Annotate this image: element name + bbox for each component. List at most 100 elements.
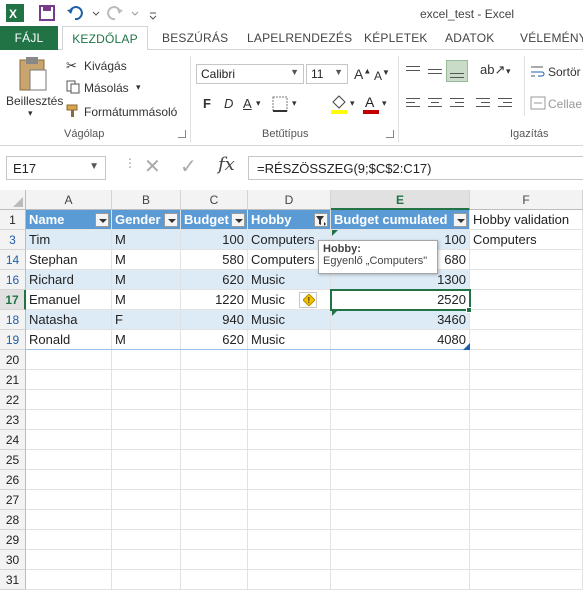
empty-cell[interactable] bbox=[470, 390, 583, 410]
empty-cell[interactable] bbox=[331, 450, 470, 470]
empty-cell[interactable] bbox=[331, 470, 470, 490]
wrap-text-button[interactable]: Sortör bbox=[548, 65, 581, 79]
empty-cell[interactable] bbox=[112, 350, 181, 370]
font-color-dropdown-icon[interactable]: ▾ bbox=[382, 98, 387, 109]
row-header[interactable]: 30 bbox=[0, 550, 26, 570]
empty-cell[interactable] bbox=[112, 570, 181, 590]
empty-cell[interactable] bbox=[331, 530, 470, 550]
empty-cell[interactable] bbox=[181, 510, 248, 530]
cell-budget[interactable]: 620 bbox=[181, 270, 248, 290]
fill-color-dropdown-icon[interactable]: ▾ bbox=[350, 98, 355, 109]
cell-gender[interactable]: M bbox=[112, 290, 181, 310]
empty-cell[interactable] bbox=[181, 530, 248, 550]
cell-gender[interactable]: M bbox=[112, 330, 181, 350]
borders-icon[interactable] bbox=[272, 96, 288, 112]
tab-review[interactable]: VÉLEMÉNYE bbox=[520, 26, 583, 50]
tab-page-layout[interactable]: LAPELRENDEZÉS bbox=[247, 26, 352, 50]
merge-center-button[interactable]: Cellae bbox=[548, 97, 582, 111]
empty-cell[interactable] bbox=[26, 350, 112, 370]
bold-button[interactable]: F bbox=[203, 96, 211, 111]
format-painter-icon[interactable] bbox=[66, 104, 80, 118]
row-header[interactable]: 27 bbox=[0, 490, 26, 510]
empty-cell[interactable] bbox=[181, 370, 248, 390]
row-header[interactable]: 31 bbox=[0, 570, 26, 590]
row-header[interactable]: 23 bbox=[0, 410, 26, 430]
increase-indent-icon[interactable] bbox=[496, 94, 514, 112]
empty-cell[interactable] bbox=[331, 510, 470, 530]
empty-cell[interactable] bbox=[248, 550, 331, 570]
filter-active-icon[interactable] bbox=[314, 213, 328, 227]
row-header[interactable]: 18 bbox=[0, 310, 26, 330]
copy-dropdown-icon[interactable]: ▾ bbox=[136, 82, 141, 93]
empty-cell[interactable] bbox=[248, 450, 331, 470]
cell-gender[interactable]: F bbox=[112, 310, 181, 330]
cell-name[interactable]: Emanuel bbox=[26, 290, 112, 310]
empty-cell[interactable] bbox=[470, 450, 583, 470]
format-painter-button[interactable]: Formátummásoló bbox=[84, 105, 177, 119]
column-header-b[interactable]: B bbox=[112, 190, 181, 210]
row-header[interactable]: 21 bbox=[0, 370, 26, 390]
cell-budget[interactable]: 620 bbox=[181, 330, 248, 350]
empty-cell[interactable] bbox=[181, 430, 248, 450]
orientation-dropdown-icon[interactable]: ▾ bbox=[506, 66, 511, 77]
align-bottom-icon[interactable] bbox=[446, 60, 468, 82]
save-icon[interactable] bbox=[38, 4, 56, 22]
empty-cell[interactable] bbox=[26, 530, 112, 550]
increase-font-size-icon[interactable]: A▲ bbox=[354, 66, 371, 82]
empty-cell[interactable] bbox=[112, 470, 181, 490]
row-header[interactable]: 16 bbox=[0, 270, 26, 290]
empty-cell[interactable] bbox=[248, 390, 331, 410]
row-header[interactable]: 17 bbox=[0, 290, 26, 310]
filter-dropdown-icon[interactable] bbox=[164, 213, 178, 227]
wrap-text-icon[interactable] bbox=[530, 64, 546, 78]
column-header-c[interactable]: C bbox=[181, 190, 248, 210]
tab-data[interactable]: ADATOK bbox=[445, 26, 494, 50]
undo-icon[interactable] bbox=[66, 4, 84, 22]
redo-icon[interactable] bbox=[106, 4, 124, 22]
cell-budget[interactable]: 580 bbox=[181, 250, 248, 270]
cell-name[interactable]: Richard bbox=[26, 270, 112, 290]
cell-name[interactable]: Stephan bbox=[26, 250, 112, 270]
row-header[interactable]: 19 bbox=[0, 330, 26, 350]
tab-home[interactable]: KEZDŐLAP bbox=[62, 26, 148, 51]
empty-cell[interactable] bbox=[248, 570, 331, 590]
cell-gender[interactable]: M bbox=[112, 230, 181, 250]
paste-button[interactable]: Beillesztés bbox=[6, 94, 63, 108]
cell-name[interactable]: Natasha bbox=[26, 310, 112, 330]
italic-button[interactable]: D bbox=[224, 96, 233, 111]
empty-cell[interactable] bbox=[181, 550, 248, 570]
paste-dropdown-icon[interactable]: ▾ bbox=[28, 108, 33, 119]
column-header-a[interactable]: A bbox=[26, 190, 112, 210]
empty-cell[interactable] bbox=[112, 390, 181, 410]
empty-cell[interactable] bbox=[181, 450, 248, 470]
orientation-icon[interactable]: ab↗ bbox=[480, 62, 505, 78]
empty-cell[interactable] bbox=[470, 370, 583, 390]
cell-gender[interactable]: M bbox=[112, 270, 181, 290]
row-header[interactable]: 20 bbox=[0, 350, 26, 370]
empty-cell[interactable] bbox=[331, 350, 470, 370]
font-size-select[interactable]: 11 ▼ bbox=[306, 64, 348, 84]
column-header-f[interactable]: F bbox=[470, 190, 583, 210]
empty-cell[interactable] bbox=[26, 510, 112, 530]
empty-cell[interactable] bbox=[112, 430, 181, 450]
empty-cell[interactable] bbox=[470, 350, 583, 370]
empty-cell[interactable] bbox=[331, 370, 470, 390]
paste-icon[interactable] bbox=[16, 56, 50, 94]
redo-dropdown-icon[interactable] bbox=[126, 4, 144, 22]
cut-icon[interactable]: ✂ bbox=[66, 58, 77, 74]
decrease-font-size-icon[interactable]: A▼ bbox=[374, 68, 390, 83]
font-color-icon[interactable]: A bbox=[362, 94, 380, 114]
empty-cell[interactable] bbox=[112, 370, 181, 390]
cell-budget[interactable]: 100 bbox=[181, 230, 248, 250]
empty-cell[interactable] bbox=[112, 450, 181, 470]
fill-handle[interactable] bbox=[466, 307, 472, 313]
column-header-e[interactable]: E bbox=[331, 190, 470, 210]
empty-cell[interactable] bbox=[181, 390, 248, 410]
empty-cell[interactable] bbox=[181, 490, 248, 510]
cell-hobby[interactable]: Music bbox=[248, 290, 331, 310]
copy-button[interactable]: Másolás bbox=[84, 81, 129, 95]
cell-hobby-validation[interactable] bbox=[470, 270, 583, 290]
row-header[interactable]: 28 bbox=[0, 510, 26, 530]
empty-cell[interactable] bbox=[470, 550, 583, 570]
empty-cell[interactable] bbox=[26, 490, 112, 510]
